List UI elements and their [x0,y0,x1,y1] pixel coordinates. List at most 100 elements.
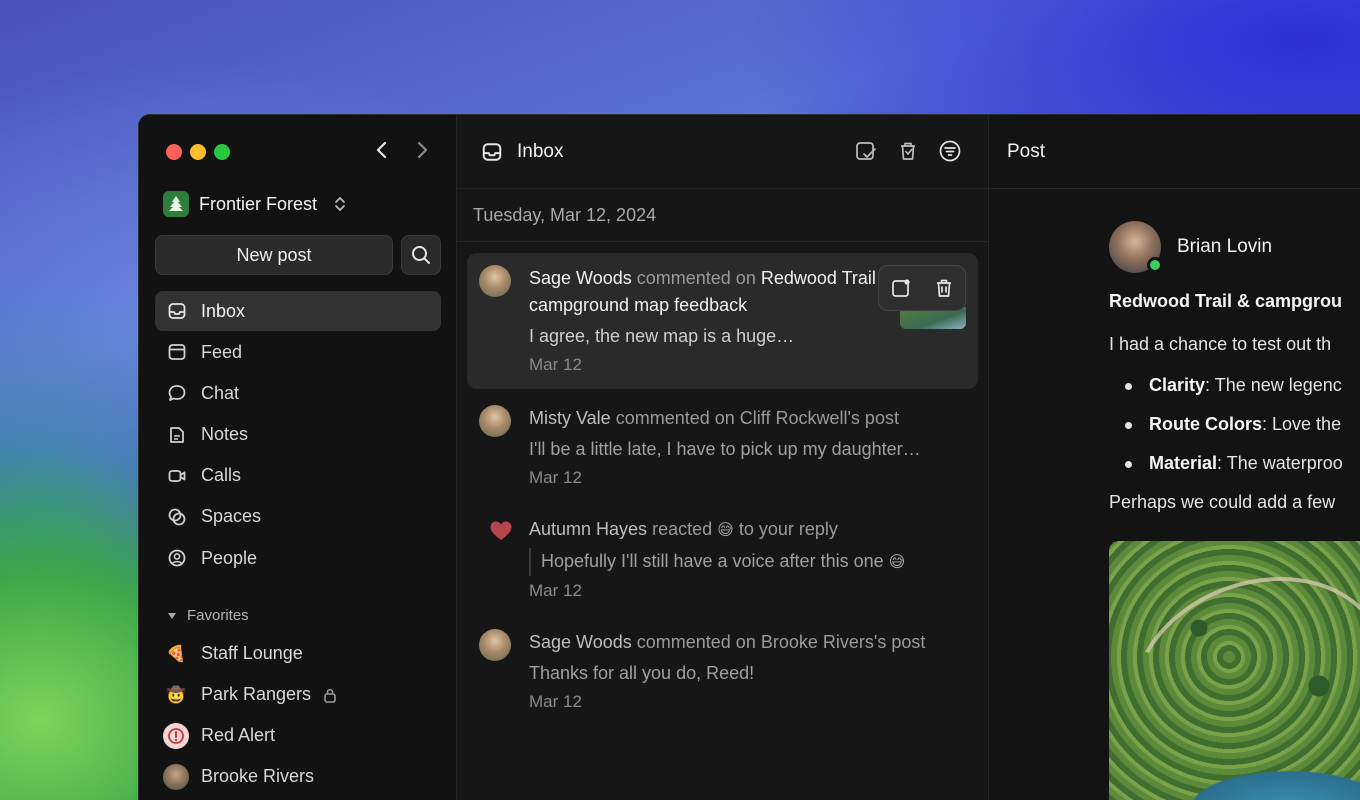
favorite-item[interactable]: Brooke Rivers [155,756,441,797]
mark-unread-icon[interactable] [890,277,912,299]
preview-text: Thanks for all you do, Reed! [529,663,755,683]
favorite-label: Red Alert [201,725,276,745]
inbox-icon [168,303,186,319]
page-title: Inbox [517,140,564,162]
lock-icon [324,688,336,703]
sidebar-item-feed[interactable]: Feed [155,332,441,372]
search-button[interactable] [401,235,441,275]
favorite-label: Park Rangers [201,684,312,704]
favorite-item[interactable]: 🍕 Staff Lounge [155,633,441,674]
inbox-item[interactable]: Autumn Hayes reacted 😅 to your reply Hop… [467,504,978,615]
person-icon [168,549,186,567]
avatar [1109,221,1163,273]
online-indicator [1147,257,1163,273]
org-switcher[interactable]: Frontier Forest [163,191,347,217]
avatar [479,265,511,297]
date-header: Tuesday, Mar 12, 2024 [457,189,988,242]
feed-icon [168,344,186,361]
timestamp: Mar 12 [529,581,582,600]
sidebar-item-label: Inbox [201,300,246,321]
sidebar-item-label: Feed [201,341,243,362]
sidebar-item-label: Spaces [201,506,262,527]
close-window-button[interactable] [166,144,182,160]
org-name: Frontier Forest [199,193,318,214]
avatar [479,629,511,661]
preview-text: I'll be a little late, I have to pick up… [529,439,921,459]
preview-text: Hopefully I'll still have a voice after … [541,551,884,571]
actor-name: Misty Vale [529,408,611,428]
sidebar-item-label: Chat [201,382,240,403]
sidebar-item-spaces[interactable]: Spaces [155,497,441,537]
map-image[interactable] [1109,541,1360,800]
spaces-icon [168,508,186,526]
inbox-item[interactable]: Sage Woods commented on Brooke Rivers's … [467,617,978,726]
post-header: Post [989,115,1360,189]
timestamp: Mar 12 [529,468,582,487]
sidebar-item-notes[interactable]: Notes [155,415,441,455]
list-item: Material: The waterproo [1109,453,1360,474]
notes-icon [170,426,184,443]
favorites-heading: Favorites [187,607,249,624]
pizza-icon: 🍕 [166,645,186,663]
target-text: Brooke Rivers's post [760,632,926,652]
verb-text: commented on [636,268,756,288]
sidebar-item-inbox[interactable]: Inbox [155,291,441,331]
grin-sweat-icon: 😅 [717,522,734,539]
post-paragraph: Perhaps we could add a few [1109,492,1336,512]
inbox-item[interactable]: Sage Woods commented on Redwood Trail & … [467,253,978,389]
inbox-item[interactable]: Misty Vale commented on Cliff Rockwell's… [467,393,978,502]
cowboy-icon: 🤠 [166,686,186,704]
list-item: Route Colors: Love the [1109,414,1360,435]
post-title: Redwood Trail & campgrou [1109,291,1343,311]
chevron-updown-icon [335,196,345,212]
app-window: Frontier Forest New post Inbox Feed Chat [138,114,1360,800]
avatar [479,405,511,437]
chat-icon [168,385,186,402]
triangle-down-icon [168,612,176,619]
tree-icon [163,191,189,217]
actor-name: Sage Woods [529,268,632,288]
post-author[interactable]: Brian Lovin [1109,221,1272,273]
sidebar-item-label: Calls [201,465,242,486]
preview-text: I agree, the new map is a huge… [529,326,795,346]
back-arrow-icon[interactable] [371,139,393,161]
window-controls [166,144,230,160]
forward-arrow-icon[interactable] [411,139,433,161]
clear-trash-icon[interactable] [896,139,920,163]
new-post-button[interactable]: New post [155,235,393,275]
timestamp: Mar 12 [529,355,582,374]
sidebar-item-label: People [201,547,258,568]
favorites-toggle[interactable]: Favorites [167,607,249,624]
favorite-item[interactable]: Red Alert [155,715,441,756]
favorites-list: 🍕 Staff Lounge 🤠 Park Rangers Red Alert … [155,633,441,797]
sidebar-item-label: Notes [201,424,249,445]
favorite-item[interactable]: 🤠 Park Rangers [155,674,441,715]
favorite-label: Staff Lounge [201,643,303,663]
minimize-window-button[interactable] [190,144,206,160]
actor-name: Sage Woods [529,632,632,652]
sidebar: Frontier Forest New post Inbox Feed Chat [139,115,457,800]
timestamp: Mar 12 [529,692,582,711]
verb-text: commented on [615,408,735,428]
trash-icon[interactable] [933,277,955,299]
video-icon [168,469,186,482]
list-item: Clarity: The new legenc [1109,375,1360,396]
avatar [163,763,189,790]
post-bullets: Clarity: The new legenc Route Colors: Lo… [1109,375,1360,474]
author-name: Brian Lovin [1177,236,1273,257]
inbox-panel: Inbox Tuesday, Mar 12, 2024 Sage Woods c… [457,115,989,800]
sidebar-item-chat[interactable]: Chat [155,373,441,413]
sidebar-item-people[interactable]: People [155,538,441,578]
favorite-label: Brooke Rivers [201,766,315,786]
post-content: Redwood Trail & campgrou I had a chance … [1109,291,1360,533]
sidebar-item-calls[interactable]: Calls [155,456,441,496]
target-text: Cliff Rockwell's post [739,408,899,428]
main-nav: Inbox Feed Chat Notes Calls Spaces Peopl… [155,291,441,579]
verb-text: commented on [636,632,756,652]
history-nav [371,139,433,161]
mark-all-read-icon[interactable] [854,139,878,163]
inbox-icon [482,142,502,161]
trail-path [1109,542,1360,800]
filter-icon[interactable] [938,139,962,163]
zoom-window-button[interactable] [214,144,230,160]
